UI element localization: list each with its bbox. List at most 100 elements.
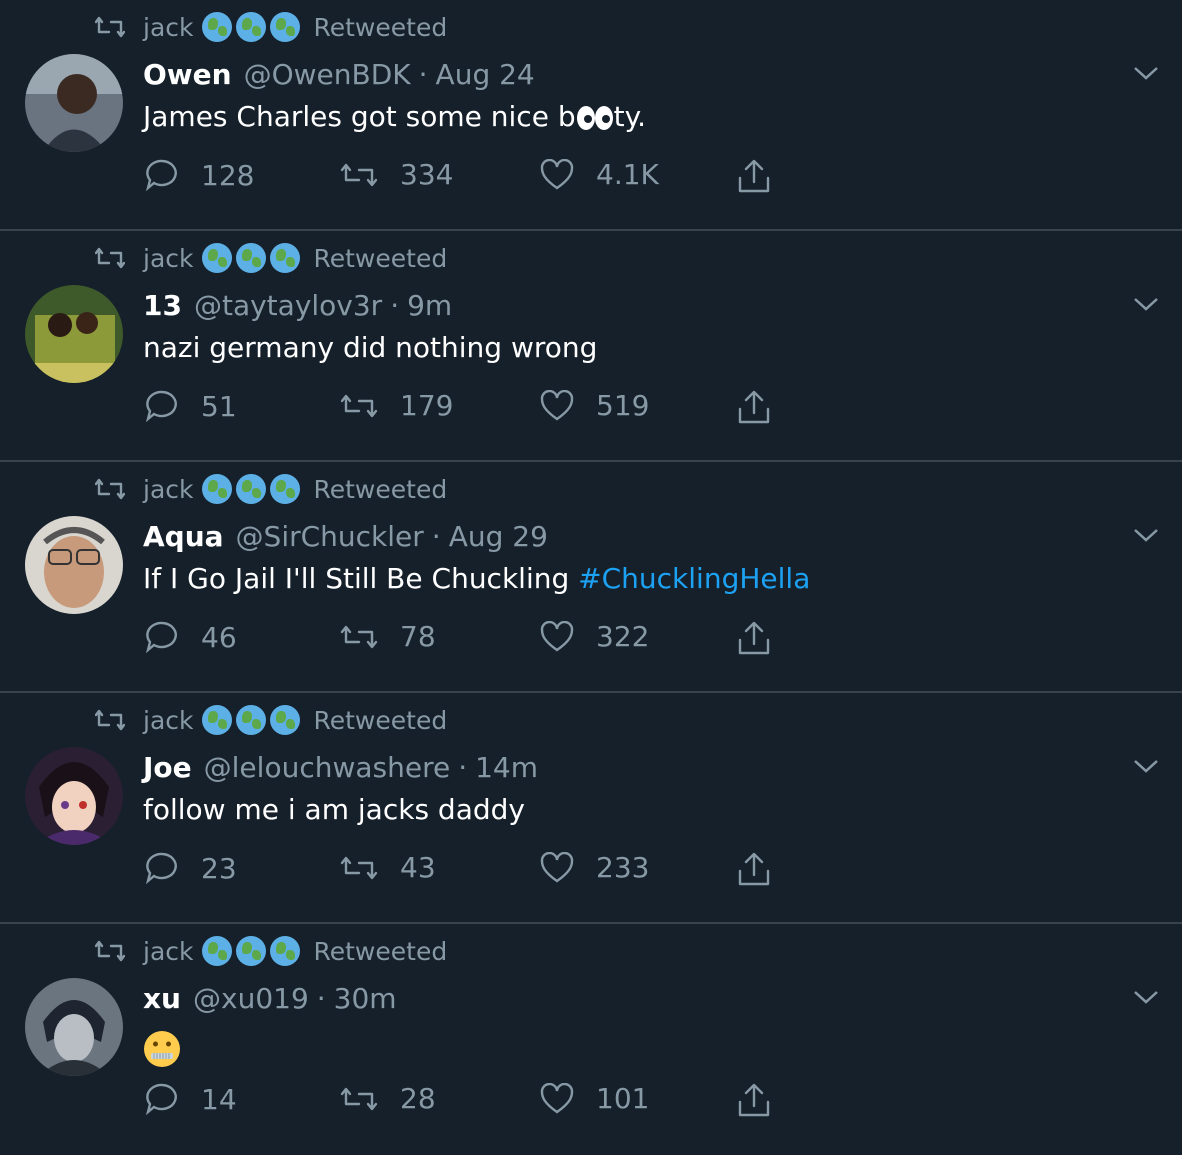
retweet-icon [95, 478, 125, 500]
retweet-button[interactable]: 28 [340, 1082, 436, 1115]
retweet-context: jack Retweeted [95, 474, 447, 504]
retweeted-label: Retweeted [313, 936, 448, 966]
share-icon [738, 390, 770, 424]
author-handle[interactable]: @taytaylov3r [194, 289, 382, 322]
eyes-emoji [576, 106, 613, 130]
reply-icon [145, 621, 177, 654]
retweet-context: jack Retweeted [95, 936, 447, 966]
tweet-actions: 128 334 4.1K [145, 158, 785, 198]
author-handle[interactable]: @SirChuckler [236, 520, 424, 553]
tweet[interactable]: jack Retweeted Aqua @SirChuckler · Aug 2… [0, 462, 1182, 693]
globe-africa-europe-icon [201, 243, 232, 273]
retweet-button[interactable]: 78 [340, 620, 436, 653]
author-handle[interactable]: @xu019 [193, 982, 309, 1015]
reply-icon [145, 390, 177, 423]
reply-count: 14 [201, 1082, 237, 1116]
reply-button[interactable]: 128 [145, 158, 254, 192]
globe-africa-europe-icon [201, 936, 232, 966]
tweet-time[interactable]: 14m [475, 751, 538, 784]
like-button[interactable]: 101 [540, 1082, 649, 1115]
tweet-time[interactable]: Aug 29 [449, 520, 548, 553]
chevron-down-icon[interactable] [1133, 757, 1159, 775]
like-button[interactable]: 519 [540, 389, 649, 422]
retweeted-label: Retweeted [313, 474, 448, 504]
chevron-down-icon[interactable] [1133, 988, 1159, 1006]
share-icon [738, 159, 770, 193]
retweeter-name[interactable]: jack [143, 706, 194, 735]
tweet-text: If I Go Jail I'll Still Be Chuckling #Ch… [143, 562, 811, 595]
like-button[interactable]: 233 [540, 851, 649, 884]
hashtag-link[interactable]: #ChucklingHella [578, 562, 810, 595]
retweeter-name[interactable]: jack [143, 244, 194, 273]
retweet-button[interactable]: 334 [340, 158, 453, 191]
reply-button[interactable]: 23 [145, 851, 237, 885]
reply-count: 51 [201, 389, 237, 423]
zipper-mouth-face-emoji [144, 1031, 180, 1067]
globe-americas-icon [269, 705, 300, 735]
author-name[interactable]: xu [143, 982, 181, 1015]
avatar[interactable] [25, 747, 123, 845]
author-name[interactable]: Joe [143, 751, 192, 784]
tweet-text: James Charles got some nice b ty. [143, 100, 647, 133]
author-handle[interactable]: @OwenBDK [244, 58, 411, 91]
chevron-down-icon[interactable] [1133, 295, 1159, 313]
like-count: 4.1K [596, 158, 659, 191]
retweet-button[interactable]: 43 [340, 851, 436, 884]
tweet-actions: 14 28 101 [145, 1082, 785, 1122]
avatar[interactable] [25, 516, 123, 614]
chevron-down-icon[interactable] [1133, 526, 1159, 544]
tweet[interactable]: jack Retweeted Owen @OwenBDK · Aug 24 Ja… [0, 0, 1182, 231]
globe-asia-australia-icon [235, 12, 266, 42]
tweet-time[interactable]: 30m [334, 982, 397, 1015]
avatar[interactable] [25, 285, 123, 383]
retweeter-name[interactable]: jack [143, 13, 194, 42]
tweet[interactable]: jack Retweeted xu @xu019 · 30m 14 28 101 [0, 924, 1182, 1155]
share-button[interactable] [737, 158, 793, 194]
retweeter-name[interactable]: jack [143, 475, 194, 504]
share-icon [738, 852, 770, 886]
tweet[interactable]: jack Retweeted 13 @taytaylov3r · 9m nazi… [0, 231, 1182, 462]
tweet-text [143, 1030, 181, 1075]
avatar[interactable] [25, 54, 123, 152]
globe-africa-europe-icon [201, 705, 232, 735]
reply-button[interactable]: 51 [145, 389, 237, 423]
timeline: jack Retweeted Owen @OwenBDK · Aug 24 Ja… [0, 0, 1182, 1155]
share-button[interactable] [737, 1082, 793, 1118]
retweeted-label: Retweeted [313, 705, 448, 735]
heart-icon [540, 158, 574, 189]
globe-americas-icon [269, 243, 300, 273]
reply-button[interactable]: 46 [145, 620, 237, 654]
globe-asia-australia-icon [235, 936, 266, 966]
retweet-icon [340, 394, 378, 417]
retweet-context: jack Retweeted [95, 705, 447, 735]
author-name[interactable]: Owen [143, 58, 232, 91]
share-icon [738, 1083, 770, 1117]
tweet[interactable]: jack Retweeted Joe @lelouchwashere · 14m… [0, 693, 1182, 924]
retweeter-name[interactable]: jack [143, 937, 194, 966]
reply-icon [145, 852, 177, 885]
reply-count: 128 [201, 158, 255, 192]
retweet-icon [340, 163, 378, 186]
share-button[interactable] [737, 389, 793, 425]
like-count: 101 [596, 1082, 650, 1115]
globe-americas-icon [269, 474, 300, 504]
like-count: 519 [596, 389, 650, 422]
retweet-icon [95, 709, 125, 731]
avatar[interactable] [25, 978, 123, 1076]
share-button[interactable] [737, 620, 793, 656]
share-button[interactable] [737, 851, 793, 887]
heart-icon [540, 620, 574, 651]
like-button[interactable]: 4.1K [540, 158, 659, 191]
like-button[interactable]: 322 [540, 620, 649, 653]
like-count: 322 [596, 620, 650, 653]
tweet-time[interactable]: Aug 24 [436, 58, 535, 91]
reply-button[interactable]: 14 [145, 1082, 237, 1116]
retweet-button[interactable]: 179 [340, 389, 453, 422]
globe-africa-europe-icon [201, 12, 232, 42]
tweet-time[interactable]: 9m [407, 289, 452, 322]
retweet-count: 43 [400, 851, 436, 884]
author-handle[interactable]: @lelouchwashere [204, 751, 451, 784]
chevron-down-icon[interactable] [1133, 64, 1159, 82]
author-name[interactable]: 13 [143, 289, 182, 322]
author-name[interactable]: Aqua [143, 520, 224, 553]
